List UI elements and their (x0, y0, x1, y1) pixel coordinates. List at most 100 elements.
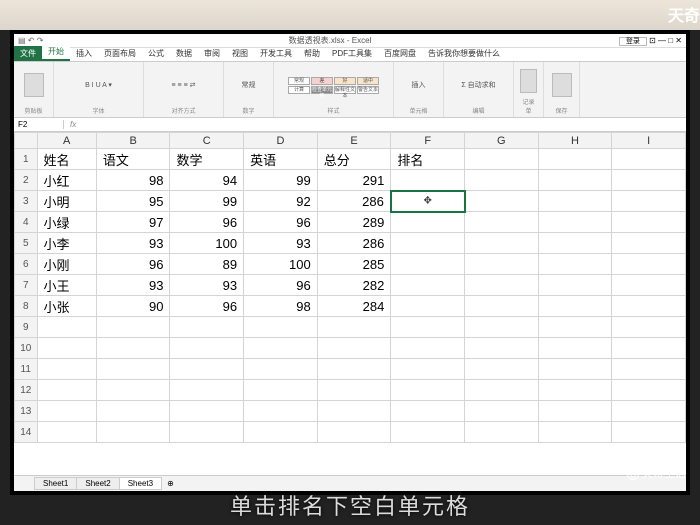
cell[interactable]: 96 (170, 296, 244, 317)
record-icon[interactable] (520, 69, 537, 93)
row-header[interactable]: 6 (15, 254, 38, 275)
cell[interactable]: 291 (317, 170, 391, 191)
cell[interactable]: 98 (244, 296, 318, 317)
cell[interactable] (465, 296, 539, 317)
style-item[interactable]: 解释性文本 (334, 86, 356, 94)
row-header[interactable]: 10 (15, 338, 38, 359)
style-item[interactable]: 适中 (357, 77, 379, 85)
style-item[interactable]: 警告文本 (357, 86, 379, 94)
tab-insert[interactable]: 插入 (70, 46, 98, 61)
cell[interactable]: 姓名 (37, 149, 96, 170)
cell[interactable] (244, 359, 318, 380)
row-header[interactable]: 9 (15, 317, 38, 338)
cell[interactable] (170, 317, 244, 338)
cell[interactable]: 93 (96, 233, 170, 254)
cell[interactable] (612, 317, 686, 338)
tab-layout[interactable]: 页面布局 (98, 46, 142, 61)
cell[interactable]: 小刚 (37, 254, 96, 275)
add-sheet-button[interactable]: ⊕ (161, 479, 180, 488)
cell[interactable] (391, 212, 465, 233)
editing-controls[interactable]: Σ 自动求和 (450, 64, 507, 106)
col-header[interactable]: E (317, 133, 391, 149)
col-header[interactable]: A (37, 133, 96, 149)
row-header[interactable]: 7 (15, 275, 38, 296)
col-header[interactable]: G (465, 133, 539, 149)
cell[interactable]: 小红 (37, 170, 96, 191)
styles-gallery[interactable]: 常规 差 好 适中 计算 检查单元格 解释性文本 警告文本 (288, 77, 379, 94)
cell[interactable] (244, 422, 318, 443)
cell[interactable]: 96 (170, 212, 244, 233)
cell[interactable] (612, 296, 686, 317)
cell[interactable] (538, 338, 612, 359)
cell[interactable] (391, 275, 465, 296)
cell[interactable] (538, 170, 612, 191)
cell[interactable] (612, 191, 686, 212)
sheet-tab-active[interactable]: Sheet3 (119, 477, 162, 490)
cell[interactable] (538, 191, 612, 212)
cell[interactable] (37, 359, 96, 380)
tab-data[interactable]: 数据 (170, 46, 198, 61)
cell[interactable] (612, 275, 686, 296)
row-header[interactable]: 13 (15, 401, 38, 422)
cell[interactable] (465, 149, 539, 170)
col-header[interactable]: I (612, 133, 686, 149)
cell[interactable] (538, 317, 612, 338)
cell[interactable] (317, 338, 391, 359)
cell[interactable] (538, 275, 612, 296)
cell[interactable]: 97 (96, 212, 170, 233)
cell[interactable]: 96 (244, 212, 318, 233)
window-controls[interactable]: ⊡ — □ ✕ (649, 36, 682, 45)
fx-icon[interactable]: fx (64, 120, 82, 129)
cell[interactable]: 小王 (37, 275, 96, 296)
cell[interactable]: 93 (96, 275, 170, 296)
cell[interactable] (391, 233, 465, 254)
cell[interactable] (170, 380, 244, 401)
cell[interactable] (317, 422, 391, 443)
cell[interactable] (612, 338, 686, 359)
cell[interactable] (96, 338, 170, 359)
cell[interactable] (170, 338, 244, 359)
cell[interactable] (612, 254, 686, 275)
row-header[interactable]: 12 (15, 380, 38, 401)
cell[interactable] (96, 422, 170, 443)
cell[interactable] (391, 338, 465, 359)
cell[interactable]: 286 (317, 191, 391, 212)
cell[interactable] (538, 149, 612, 170)
tab-help[interactable]: 帮助 (298, 46, 326, 61)
cell[interactable] (465, 380, 539, 401)
tab-file[interactable]: 文件 (14, 46, 42, 61)
col-header[interactable]: B (96, 133, 170, 149)
cell[interactable]: 99 (244, 170, 318, 191)
cell[interactable] (465, 359, 539, 380)
cell[interactable]: 284 (317, 296, 391, 317)
cell[interactable] (170, 401, 244, 422)
cell[interactable] (465, 254, 539, 275)
cell[interactable] (170, 422, 244, 443)
name-box[interactable]: F2 (14, 120, 64, 129)
cell[interactable] (37, 401, 96, 422)
cell[interactable] (244, 338, 318, 359)
cell[interactable]: 小绿 (37, 212, 96, 233)
cell[interactable]: 286 (317, 233, 391, 254)
cell[interactable] (391, 359, 465, 380)
cell[interactable] (391, 380, 465, 401)
cell[interactable] (244, 317, 318, 338)
cell[interactable] (391, 317, 465, 338)
cloud-save-icon[interactable] (552, 73, 572, 97)
paste-icon[interactable] (24, 73, 44, 97)
cell[interactable]: 排名 (391, 149, 465, 170)
font-controls[interactable]: B I U A ▾ (60, 64, 137, 106)
cell[interactable] (538, 359, 612, 380)
cell[interactable] (465, 191, 539, 212)
cell[interactable]: 93 (170, 275, 244, 296)
tab-tellme[interactable]: 告诉我你想要做什么 (422, 46, 506, 61)
tab-pdf[interactable]: PDF工具集 (326, 46, 378, 61)
row-header[interactable]: 4 (15, 212, 38, 233)
col-header[interactable]: C (170, 133, 244, 149)
cell[interactable] (96, 317, 170, 338)
cell[interactable]: 89 (170, 254, 244, 275)
cell[interactable] (465, 233, 539, 254)
align-controls[interactable]: ≡ ≡ ≡ ⇄ (150, 64, 217, 106)
cell[interactable] (391, 401, 465, 422)
select-all-corner[interactable] (15, 133, 38, 149)
